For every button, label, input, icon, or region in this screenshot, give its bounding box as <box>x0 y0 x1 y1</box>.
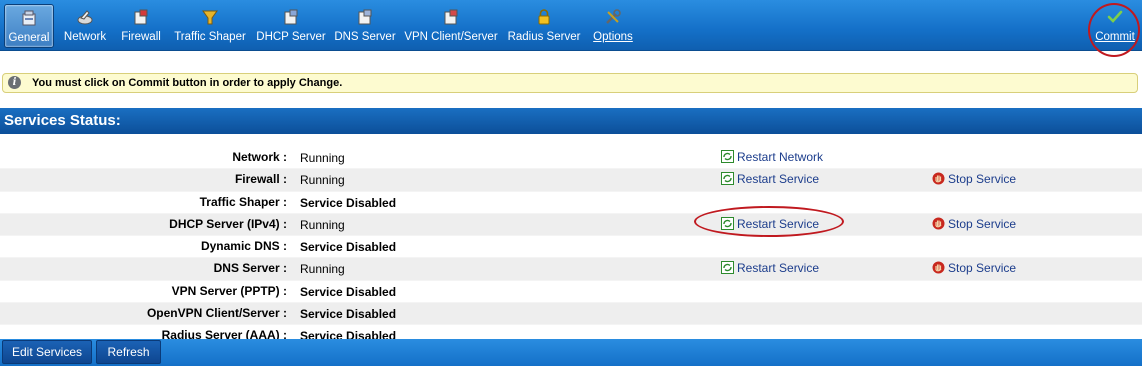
dhcp-server-icon <box>284 9 298 25</box>
service-name: Traffic Shaper : <box>199 194 287 209</box>
service-status: Service Disabled <box>300 307 397 322</box>
service-name: Firewall : <box>234 172 287 187</box>
service-row-traffic-shaper: Traffic Shaper : Service Disabled <box>0 192 1142 214</box>
service-status: Running <box>300 262 345 277</box>
service-row-openvpn: OpenVPN Client/Server : Service Disabled <box>0 303 1142 326</box>
tab-dns-server[interactable]: DNS Server <box>333 4 397 48</box>
service-name: Network : <box>232 150 287 164</box>
tab-label: Network <box>63 31 107 43</box>
restart-service-link[interactable]: Restart Service <box>721 214 819 235</box>
notice-text: You must click on Commit button in order… <box>32 77 343 89</box>
restart-network-link[interactable]: Restart Network <box>721 147 823 168</box>
network-icon <box>77 10 93 25</box>
stop-hand-icon <box>932 217 945 230</box>
restart-icon <box>721 150 734 163</box>
service-status: Running <box>300 173 345 188</box>
service-row-dynamic-dns: Dynamic DNS : Service Disabled <box>0 236 1142 259</box>
commit-notice: i You must click on Commit button in ord… <box>2 73 1138 93</box>
checkmark-icon <box>1107 10 1123 23</box>
info-icon: i <box>8 76 21 89</box>
tab-firewall[interactable]: Firewall <box>117 4 165 48</box>
tab-general[interactable]: General <box>4 4 54 48</box>
edit-services-button[interactable]: Edit Services <box>2 340 92 364</box>
restart-icon <box>721 216 734 230</box>
restart-service-link[interactable]: Restart Service <box>721 258 819 279</box>
commit-label: Commit <box>1095 31 1135 43</box>
vpn-icon <box>444 9 458 25</box>
dns-server-icon <box>358 9 372 25</box>
service-row-dhcp-server: DHCP Server (IPv4) : Running Restart Ser… <box>0 213 1142 237</box>
bottom-button-bar: Edit Services Refresh <box>0 339 1142 366</box>
stop-service-link[interactable]: Stop Service <box>932 258 1016 279</box>
stop-service-link[interactable]: Stop Service <box>932 169 1016 190</box>
tools-icon <box>606 9 621 24</box>
service-name: OpenVPN Client/Server : <box>146 306 287 321</box>
tab-dhcp-server[interactable]: DHCP Server <box>256 4 326 48</box>
tab-label: VPN Client/Server <box>404 31 498 43</box>
refresh-button[interactable]: Refresh <box>96 340 161 364</box>
commit-button[interactable]: Commit <box>1093 4 1137 48</box>
service-row-firewall: Firewall : Running Restart Service Stop … <box>0 169 1142 192</box>
service-status: Running <box>300 217 345 232</box>
tab-label: Radius Server <box>507 31 581 43</box>
general-icon <box>22 10 36 26</box>
stop-hand-icon <box>932 172 945 185</box>
section-title: Services Status: <box>4 112 121 129</box>
section-header: Services Status: <box>0 108 1142 134</box>
lock-icon <box>538 9 550 25</box>
restart-icon <box>721 172 734 186</box>
service-status: Service Disabled <box>300 195 397 210</box>
tab-label: Firewall <box>121 31 161 43</box>
tab-options[interactable]: Options <box>589 4 637 48</box>
restart-service-link[interactable]: Restart Service <box>721 169 819 190</box>
tab-label: DNS Server <box>334 31 396 43</box>
tab-label: General <box>8 32 50 44</box>
tab-traffic-shaper[interactable]: Traffic Shaper <box>171 4 249 48</box>
service-status: Running <box>300 151 345 165</box>
tab-radius-server[interactable]: Radius Server <box>505 4 583 48</box>
tab-label: DHCP Server <box>256 31 326 43</box>
stop-hand-icon <box>932 261 945 274</box>
service-row-dns-server: DNS Server : Running Restart Service Sto… <box>0 258 1142 281</box>
service-row-vpn-server: VPN Server (PPTP) : Service Disabled <box>0 281 1142 304</box>
tab-vpn-client-server[interactable]: VPN Client/Server <box>403 4 499 48</box>
firewall-icon <box>134 9 148 25</box>
service-status: Service Disabled <box>300 284 397 299</box>
services-status-list: Network : Running Restart Network Firewa… <box>0 147 1142 348</box>
service-row-network: Network : Running Restart Network <box>0 147 1142 170</box>
service-name: VPN Server (PPTP) : <box>171 283 287 298</box>
main-toolbar: General Network Firewall Traffic Shaper … <box>0 0 1142 51</box>
service-name: DHCP Server (IPv4) : <box>169 216 287 231</box>
service-status: Service Disabled <box>300 240 397 255</box>
restart-icon <box>721 261 734 275</box>
tab-label: Options <box>593 31 633 43</box>
service-name: Dynamic DNS : <box>200 239 287 254</box>
tab-network[interactable]: Network <box>59 4 111 48</box>
tab-label: Traffic Shaper <box>174 31 246 43</box>
traffic-shaper-icon <box>202 10 218 25</box>
service-name: DNS Server : <box>213 261 287 276</box>
stop-service-link[interactable]: Stop Service <box>932 214 1016 235</box>
